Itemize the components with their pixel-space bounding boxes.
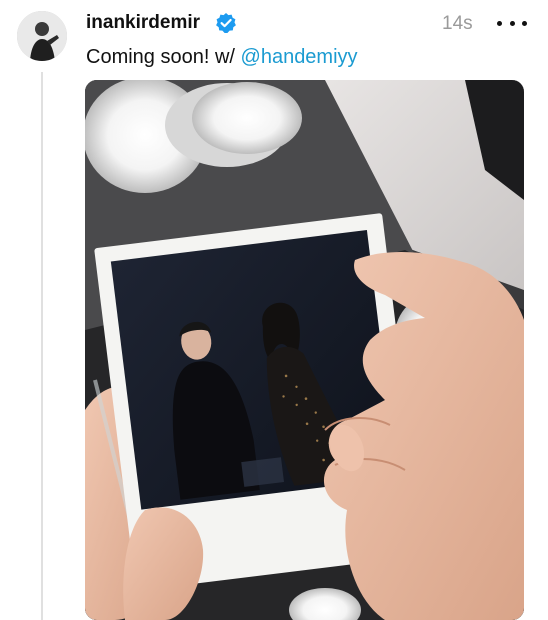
post: inankirdemir 14s Coming soon! w/ @handem… bbox=[0, 0, 548, 620]
verified-badge-icon bbox=[215, 12, 237, 34]
post-caption: Coming soon! w/ @handemiyy bbox=[86, 46, 358, 69]
timestamp: 14s bbox=[442, 13, 473, 34]
avatar[interactable] bbox=[17, 11, 67, 61]
username[interactable]: inankirdemir bbox=[86, 12, 200, 34]
caption-text: Coming soon! w/ bbox=[86, 46, 241, 68]
thread-line bbox=[41, 72, 43, 620]
more-options-icon[interactable] bbox=[497, 12, 527, 34]
post-image[interactable] bbox=[85, 80, 524, 620]
mention-link[interactable]: @handemiyy bbox=[241, 46, 358, 68]
